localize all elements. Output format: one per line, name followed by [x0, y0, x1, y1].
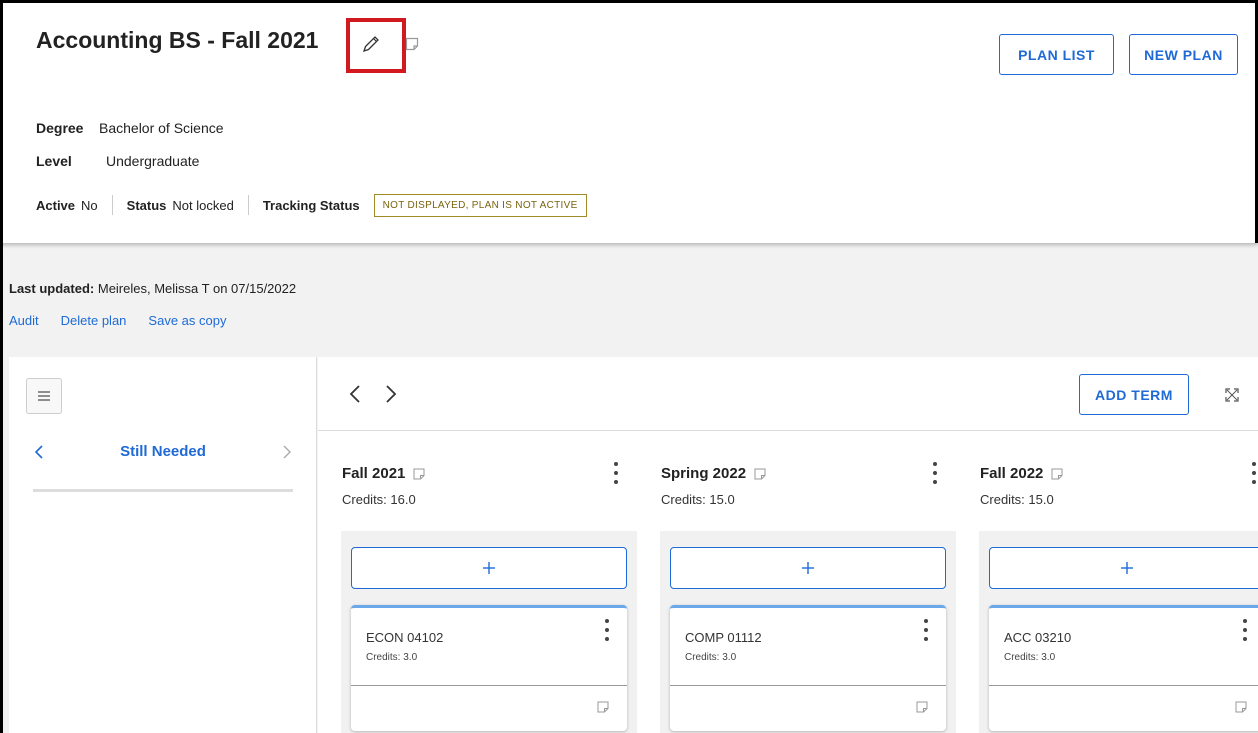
degree-label: Degree: [36, 120, 84, 136]
divider: [247, 195, 249, 215]
course-more-options-icon[interactable]: [920, 619, 932, 641]
term-name: Fall 2022: [980, 465, 1044, 482]
degree-value: Bachelor of Science: [99, 120, 224, 136]
chevron-right-icon[interactable]: [281, 444, 293, 460]
last-updated: Last updated: Meireles, Melissa T on 07/…: [9, 281, 296, 296]
active-label: Active: [36, 197, 76, 213]
term-title: Fall 2022: [980, 465, 1063, 482]
note-icon[interactable]: [1051, 468, 1063, 480]
plan-header: Accounting BS - Fall 2021 PLAN LIST NEW …: [0, 0, 1258, 243]
plus-icon: [1121, 562, 1133, 574]
save-as-copy-link[interactable]: Save as copy: [148, 313, 226, 328]
status-label: Status: [126, 197, 167, 213]
next-term-button[interactable]: [380, 379, 402, 409]
course-more-options-icon[interactable]: [1239, 619, 1251, 641]
note-icon[interactable]: [754, 468, 766, 480]
tracking-status-badge: NOT DISPLAYED, PLAN IS NOT ACTIVE: [373, 193, 587, 217]
new-plan-button[interactable]: NEW PLAN: [1129, 34, 1238, 75]
plan-actions: Audit Delete plan Save as copy: [9, 313, 248, 328]
divider: [989, 685, 1258, 686]
note-icon[interactable]: [405, 37, 419, 51]
plus-icon: [802, 562, 814, 574]
pencil-edit-icon[interactable]: [360, 33, 382, 55]
term-title: Fall 2021: [342, 465, 425, 482]
note-icon[interactable]: [916, 701, 928, 713]
window-left-border: [0, 243, 3, 733]
course-card[interactable]: ACC 03210 Credits: 3.0: [989, 605, 1258, 731]
course-card[interactable]: COMP 01112 Credits: 3.0: [670, 605, 946, 731]
divider: [111, 195, 113, 215]
chevron-left-icon: [349, 385, 360, 403]
plus-icon: [483, 562, 495, 574]
chevron-right-icon: [386, 385, 397, 403]
menu-button[interactable]: [26, 378, 62, 414]
term-name: Fall 2021: [342, 465, 406, 482]
term-name: Spring 2022: [661, 465, 747, 482]
tracking-status-label: Tracking Status: [262, 197, 360, 213]
last-updated-value: Meireles, Melissa T on 07/15/2022: [97, 281, 297, 296]
hamburger-icon: [38, 391, 50, 401]
term-course-list: ACC 03210 Credits: 3.0: [979, 531, 1258, 733]
course-more-options-icon[interactable]: [601, 619, 613, 641]
level-label: Level: [36, 153, 72, 169]
term-more-options-icon[interactable]: [610, 462, 622, 484]
term-credits: Credits: 16.0: [342, 492, 416, 507]
term-course-list: ECON 04102 Credits: 3.0: [341, 531, 637, 733]
last-updated-label: Last updated:: [9, 281, 95, 296]
delete-plan-link[interactable]: Delete plan: [61, 313, 127, 328]
sidebar: Still Needed: [9, 357, 317, 733]
planner-toolbar: ADD TERM: [318, 357, 1258, 431]
note-icon[interactable]: [597, 701, 609, 713]
plan-list-button[interactable]: PLAN LIST: [999, 34, 1114, 75]
divider: [351, 685, 627, 686]
level-field: Level Undergraduate: [36, 153, 199, 169]
expand-icon[interactable]: [1225, 388, 1239, 402]
course-card[interactable]: ECON 04102 Credits: 3.0: [351, 605, 627, 731]
level-value: Undergraduate: [106, 153, 200, 169]
status-value: Not locked: [172, 197, 234, 213]
note-icon[interactable]: [413, 468, 425, 480]
plan-title: Accounting BS - Fall 2021: [36, 27, 319, 53]
planner-area: ADD TERM Fall 2021 Credits: 16.0 ECON 04…: [318, 357, 1258, 733]
term-column: Spring 2022 Credits: 15.0 COMP 01112 Cre…: [637, 431, 967, 733]
course-credits: Credits: 3.0: [1004, 652, 1056, 663]
still-needed-tab[interactable]: Still Needed: [120, 443, 206, 460]
status-row: Active No Status Not locked Tracking Sta…: [36, 191, 587, 219]
course-credits: Credits: 3.0: [366, 652, 418, 663]
add-course-button[interactable]: [989, 547, 1258, 589]
add-course-button[interactable]: [670, 547, 946, 589]
degree-field: Degree Bachelor of Science: [36, 120, 224, 136]
course-code: ACC 03210: [1004, 630, 1072, 645]
term-credits: Credits: 15.0: [661, 492, 735, 507]
tab-underline: [33, 489, 293, 492]
term-title: Spring 2022: [661, 465, 766, 482]
active-value: No: [81, 197, 98, 213]
chevron-left-icon[interactable]: [33, 444, 45, 460]
term-column: Fall 2021 Credits: 16.0 ECON 04102 Credi…: [318, 431, 648, 733]
term-course-list: COMP 01112 Credits: 3.0: [660, 531, 956, 733]
term-more-options-icon[interactable]: [1248, 462, 1258, 484]
add-term-button[interactable]: ADD TERM: [1079, 374, 1189, 415]
divider: [670, 685, 946, 686]
term-column: Fall 2022 Credits: 15.0 ACC 03210 Credit…: [956, 431, 1258, 733]
term-credits: Credits: 15.0: [980, 492, 1054, 507]
course-code: ECON 04102: [366, 630, 444, 645]
previous-term-button[interactable]: [344, 379, 366, 409]
still-needed-nav: Still Needed: [33, 443, 293, 460]
course-credits: Credits: 3.0: [685, 652, 737, 663]
note-icon[interactable]: [1235, 701, 1247, 713]
course-code: COMP 01112: [685, 630, 762, 645]
term-more-options-icon[interactable]: [929, 462, 941, 484]
audit-link[interactable]: Audit: [9, 313, 39, 328]
add-course-button[interactable]: [351, 547, 627, 589]
